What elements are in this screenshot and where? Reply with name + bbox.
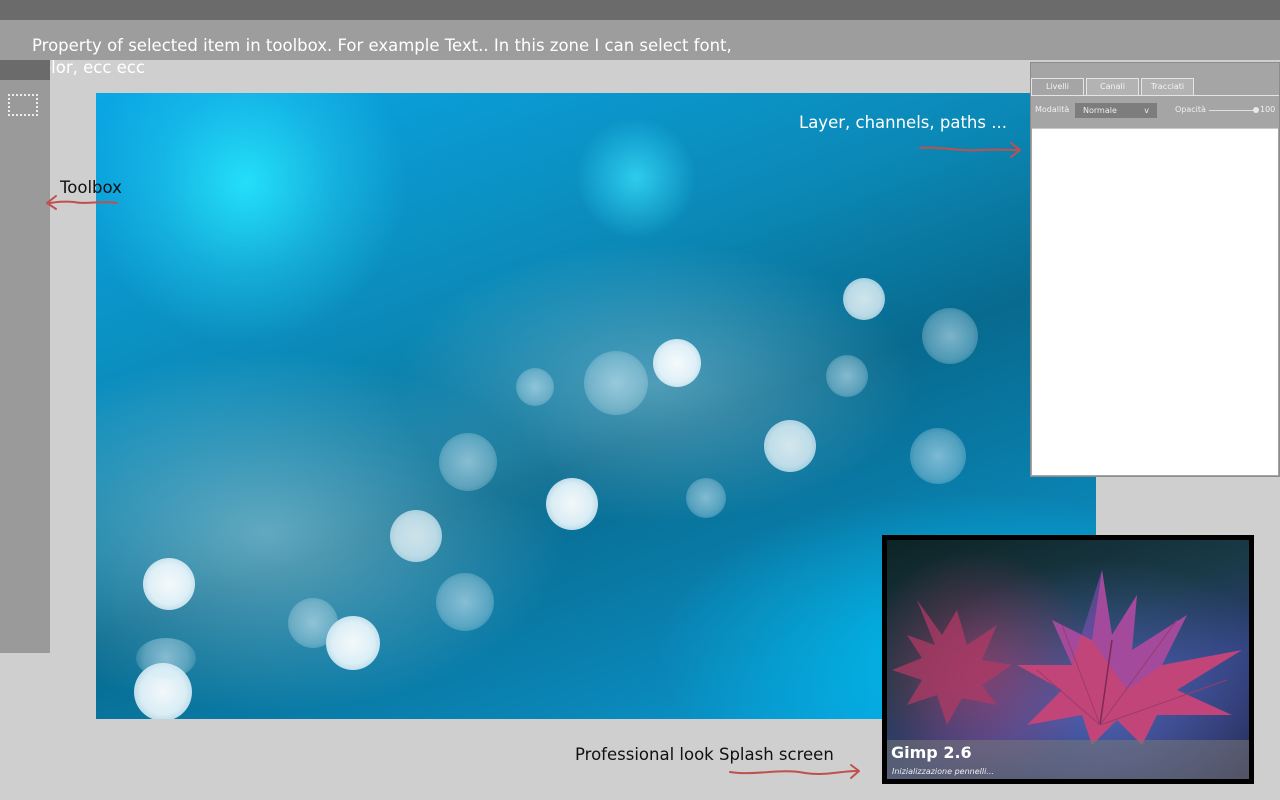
- rect-select-icon[interactable]: [8, 94, 38, 116]
- bokeh-light: [764, 420, 816, 472]
- tool-options-annotation: Property of selected item in toolbox. Fo…: [32, 36, 732, 77]
- tab-channels[interactable]: Canali: [1086, 78, 1139, 95]
- splash-image: Gimp 2.6 Inizializzazione pennelli...: [887, 540, 1249, 779]
- toolbox: [0, 60, 50, 653]
- arrow-right-icon: [729, 764, 860, 779]
- toolbox-header: [0, 60, 50, 80]
- bokeh-light: [288, 598, 338, 648]
- splash-status: Inizializzazione pennelli...: [892, 767, 994, 776]
- arrow-right-icon: [919, 142, 1021, 158]
- bokeh-light: [143, 558, 195, 610]
- bokeh-light: [686, 478, 726, 518]
- bokeh-light: [136, 638, 196, 678]
- bokeh-light: [439, 433, 497, 491]
- bokeh-light: [390, 510, 442, 562]
- tab-divider: [1031, 95, 1279, 96]
- tab-layers[interactable]: Livelli: [1031, 78, 1084, 95]
- top-menubar: [0, 0, 1280, 20]
- bokeh-light: [653, 339, 701, 387]
- tool-options-bar: Property of selected item in toolbox. Fo…: [0, 20, 1280, 77]
- arrow-left-icon: [46, 195, 118, 210]
- mode-label: Modalità: [1035, 105, 1070, 114]
- splash-title: Gimp 2.6: [891, 743, 972, 762]
- bokeh-light: [922, 308, 978, 364]
- layers-list[interactable]: [1032, 128, 1278, 475]
- chevron-down-icon: v: [1144, 106, 1149, 115]
- layers-panel-annotation: Layer, channels, paths ...: [799, 113, 1007, 132]
- opacity-slider-handle[interactable]: [1253, 107, 1259, 113]
- opacity-value: 100: [1260, 105, 1276, 114]
- tab-paths[interactable]: Tracciati: [1141, 78, 1194, 95]
- bokeh-light: [843, 278, 885, 320]
- opacity-slider[interactable]: [1209, 110, 1255, 111]
- mode-dropdown[interactable]: Normale v: [1075, 103, 1157, 118]
- layers-dock-tabs: Livelli Canali Tracciati: [1031, 78, 1196, 95]
- bokeh-light: [436, 573, 494, 631]
- bokeh-light: [584, 351, 648, 415]
- opacity-label: Opacità: [1175, 105, 1206, 114]
- mode-value: Normale: [1083, 106, 1117, 115]
- bokeh-light: [546, 478, 598, 530]
- bokeh-light: [516, 368, 554, 406]
- splash-screen: Gimp 2.6 Inizializzazione pennelli...: [882, 535, 1254, 784]
- bokeh-light: [910, 428, 966, 484]
- layers-dock: Livelli Canali Tracciati Modalità Normal…: [1030, 62, 1280, 477]
- bokeh-light: [826, 355, 868, 397]
